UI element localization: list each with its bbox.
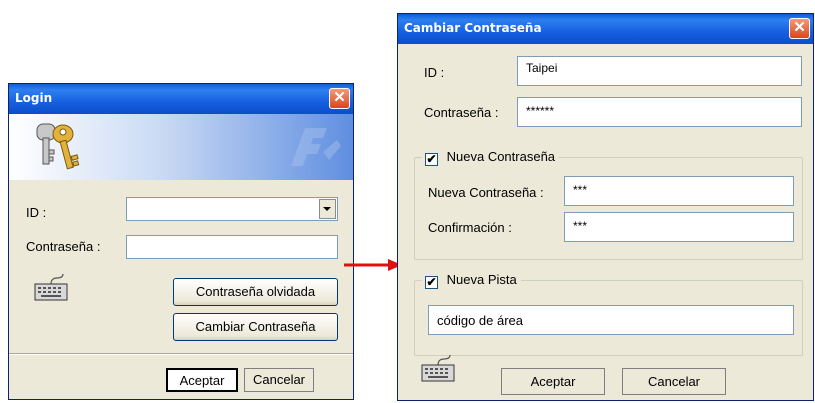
login-titlebar[interactable]: Login ✕	[9, 84, 353, 114]
change-titlebar[interactable]: Cambiar Contraseña ✕	[398, 14, 813, 44]
change-close-button[interactable]: ✕	[789, 18, 810, 39]
dropdown-arrow-icon	[323, 207, 331, 211]
login-password-label: Contraseña :	[26, 239, 101, 254]
change-ok-button[interactable]: Aceptar	[501, 368, 605, 395]
confirm-field[interactable]: ***	[564, 212, 794, 242]
login-close-button[interactable]: ✕	[329, 88, 350, 109]
change-title: Cambiar Contraseña	[404, 21, 542, 35]
arrow-connector	[344, 259, 402, 271]
change-id-label: ID :	[424, 65, 445, 80]
forgot-password-button[interactable]: Contraseña olvidada	[173, 278, 338, 306]
login-password-field[interactable]	[126, 235, 338, 259]
hint-field[interactable]: código de área	[428, 305, 794, 335]
dropdown-arrow-button[interactable]	[319, 199, 336, 219]
login-id-combobox[interactable]	[126, 197, 338, 221]
hint-checkbox[interactable]: ✔	[425, 276, 438, 289]
new-password-field[interactable]: ***	[564, 176, 794, 206]
change-password-button[interactable]: Cambiar Contraseña	[173, 313, 338, 341]
keys-icon	[36, 123, 80, 170]
change-id-field[interactable]: Taipei	[517, 56, 802, 86]
change-password-label: Contraseña :	[424, 105, 499, 120]
new-password-group-label: Nueva Contraseña	[446, 149, 556, 164]
change-cancel-button[interactable]: Cancelar	[622, 368, 726, 395]
change-password-window: Cambiar Contraseña ✕ ID : Taipei Contras…	[397, 13, 814, 401]
new-password-group	[414, 157, 803, 260]
new-password-legend[interactable]: ✔ Nueva Contraseña	[422, 149, 560, 166]
login-title: Login	[15, 91, 53, 105]
keyboard-icon[interactable]	[33, 274, 69, 302]
hint-legend[interactable]: ✔ Nueva Pista	[422, 272, 521, 289]
watermark-icon	[291, 128, 341, 166]
hint-group-label: Nueva Pista	[446, 272, 517, 287]
change-password-field[interactable]: ******	[517, 97, 802, 127]
login-id-label: ID :	[26, 205, 47, 220]
new-password-label: Nueva Contraseña :	[428, 185, 544, 200]
login-cancel-button[interactable]: Cancelar	[244, 368, 314, 392]
keyboard-icon[interactable]	[420, 355, 456, 383]
login-divider	[9, 353, 353, 355]
new-password-checkbox[interactable]: ✔	[425, 153, 438, 166]
confirm-label: Confirmación :	[428, 220, 512, 235]
login-banner	[9, 114, 353, 180]
login-ok-button[interactable]: Aceptar	[166, 368, 238, 392]
login-window: Login ✕ ID : Contraseña: Contraseña olv…	[8, 83, 354, 400]
